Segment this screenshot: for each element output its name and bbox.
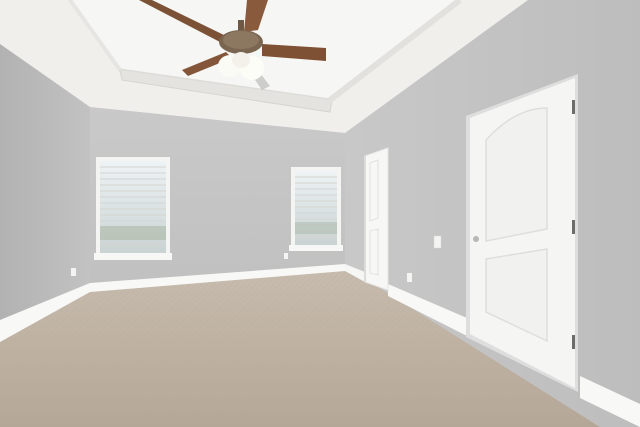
- left-window: [94, 157, 172, 260]
- center-window: [289, 167, 343, 251]
- outlet-icon: [407, 273, 412, 282]
- room-illustration: [0, 0, 640, 427]
- door-handle-icon[interactable]: [473, 236, 479, 242]
- empty-bedroom-photo: [0, 0, 640, 427]
- outlet-icon: [71, 268, 76, 276]
- side-door: [364, 147, 389, 291]
- outlet-icon: [284, 253, 288, 259]
- light-switch-icon: [433, 235, 442, 249]
- closet-door[interactable]: [466, 74, 578, 392]
